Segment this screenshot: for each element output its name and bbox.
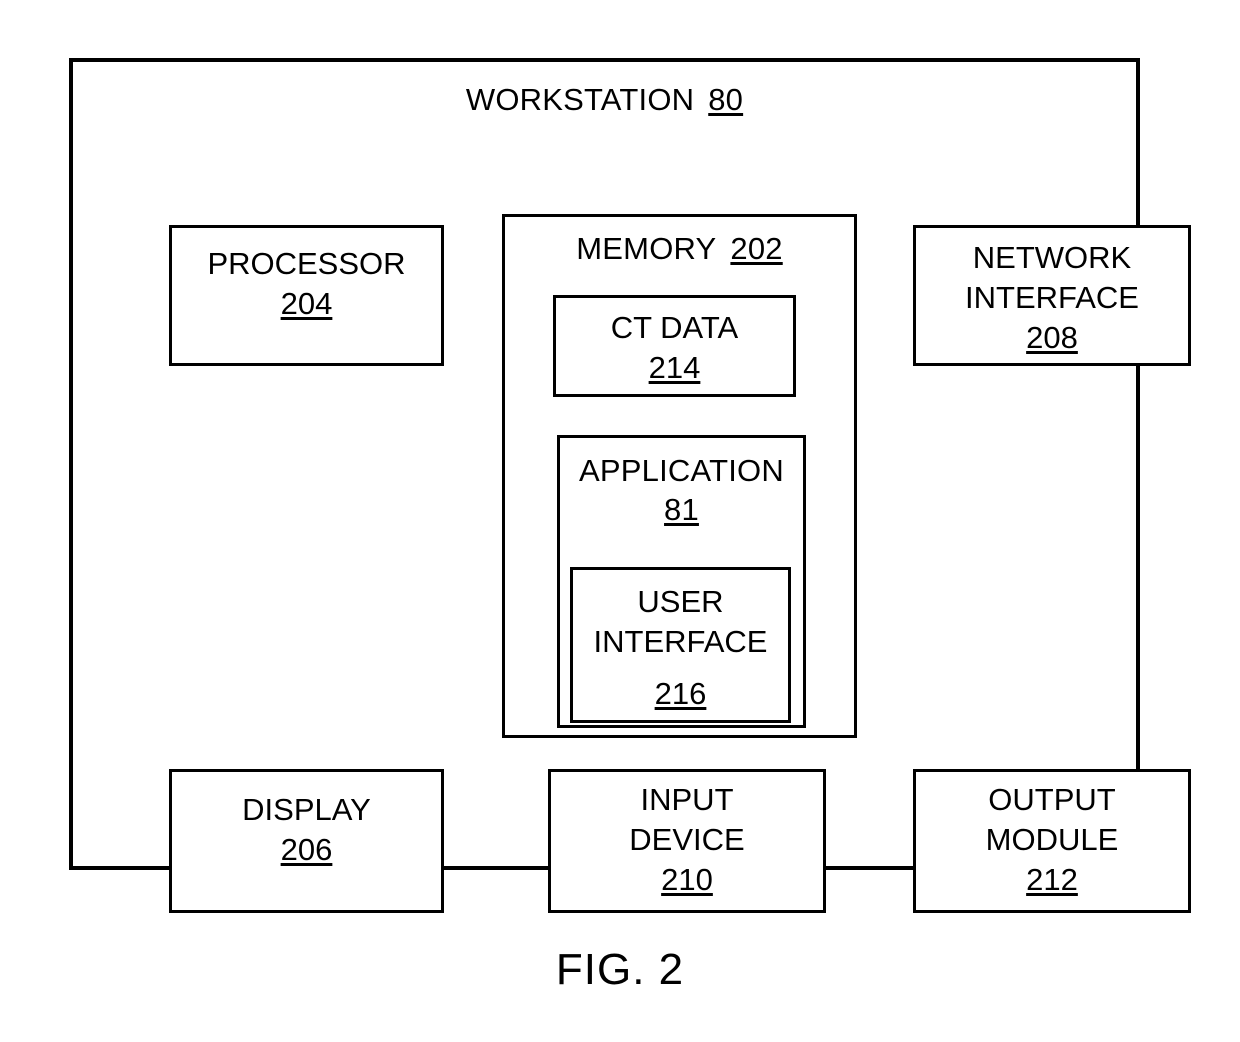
processor-reference-number: 204 (280, 286, 333, 321)
workstation-reference-number: 80 (708, 82, 744, 117)
memory-title-label: MEMORY (576, 231, 717, 266)
input-device-label-line2: DEVICE (629, 822, 745, 857)
processor-label: PROCESSOR (207, 246, 406, 281)
patent-figure: WORKSTATION 80 PROCESSOR 204 NETWORK INTE… (0, 0, 1240, 1042)
ct-data-label-stack: CT DATA 214 (556, 308, 793, 388)
application-title-label: APPLICATION (579, 453, 784, 488)
ct-data-block: CT DATA 214 (553, 295, 796, 397)
memory-title: MEMORY 202 (505, 229, 854, 268)
display-label-stack: DISPLAY 206 (172, 790, 441, 870)
network-interface-block: NETWORK INTERFACE 208 (913, 225, 1191, 366)
input-device-reference-number: 210 (661, 862, 713, 897)
user-interface-block: USER INTERFACE 216 (570, 567, 791, 723)
input-device-label-stack: INPUT DEVICE 210 (551, 780, 823, 900)
network-interface-reference-number: 208 (1026, 320, 1078, 355)
workstation-title: WORKSTATION 80 (73, 80, 1136, 119)
output-module-label-line1: OUTPUT (988, 782, 1116, 817)
application-title: APPLICATION 81 (560, 451, 803, 529)
network-interface-label-line2: INTERFACE (965, 280, 1139, 315)
processor-label-stack: PROCESSOR 204 (172, 244, 441, 324)
display-reference-number: 206 (280, 832, 333, 867)
figure-caption: FIG. 2 (555, 945, 685, 994)
workstation-block: WORKSTATION 80 PROCESSOR 204 NETWORK INTE… (69, 58, 1191, 913)
network-interface-label-line1: NETWORK (972, 240, 1132, 275)
display-label: DISPLAY (242, 792, 371, 827)
input-device-block: INPUT DEVICE 210 (548, 769, 826, 913)
output-module-label-stack: OUTPUT MODULE 212 (916, 780, 1188, 900)
user-interface-label-line1: USER (637, 584, 724, 619)
output-module-reference-number: 212 (1026, 862, 1078, 897)
input-device-label-line1: INPUT (640, 782, 734, 817)
ct-data-label: CT DATA (610, 310, 739, 345)
workstation-title-label: WORKSTATION (465, 82, 695, 117)
user-interface-label-line2: INTERFACE (593, 624, 768, 659)
memory-reference-number: 202 (730, 231, 783, 266)
ct-data-reference-number: 214 (648, 350, 701, 385)
application-block: APPLICATION 81 USER INTERFACE 216 (557, 435, 806, 728)
application-reference-number: 81 (664, 492, 699, 527)
network-interface-label-stack: NETWORK INTERFACE 208 (916, 238, 1188, 358)
output-module-block: OUTPUT MODULE 212 (913, 769, 1191, 913)
user-interface-label-stack: USER INTERFACE 216 (573, 582, 788, 714)
memory-block: MEMORY 202 CT DATA 214 APPLICATION 81 US… (502, 214, 857, 738)
user-interface-reference-number: 216 (654, 676, 707, 711)
processor-block: PROCESSOR 204 (169, 225, 444, 366)
display-block: DISPLAY 206 (169, 769, 444, 913)
output-module-label-line2: MODULE (985, 822, 1119, 857)
